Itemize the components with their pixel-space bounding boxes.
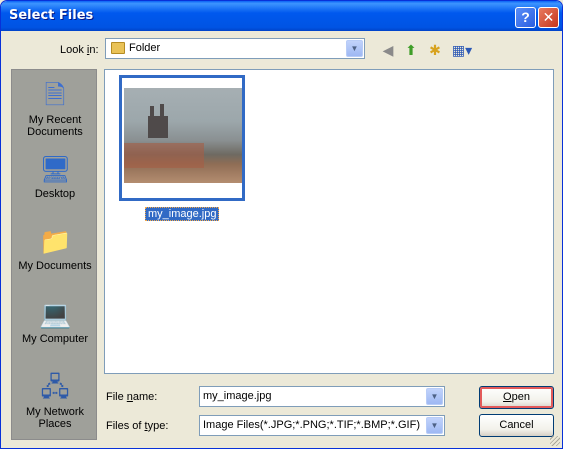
open-button[interactable]: Open [479,386,554,409]
look-in-value: Folder [129,42,161,54]
new-folder-icon[interactable]: ✱ [425,40,445,60]
window-title: Select Files [9,8,94,23]
file-type-label: Files of type: [106,420,169,432]
place-desktop[interactable]: 🖥 Desktop [12,154,98,200]
chevron-down-icon[interactable]: ▼ [426,417,443,434]
place-label: My Computer [21,333,89,345]
place-recent[interactable]: 🗎 My Recent Documents [12,80,98,138]
image-thumbnail [124,88,242,183]
my-network-icon: 🖧 [40,372,70,402]
file-type-combo[interactable]: Image Files(*.JPG;*.PNG;*.TIF;*.BMP;*.GI… [199,415,445,436]
places-bar: 🗎 My Recent Documents 🖥 Desktop 📁 My Doc… [11,69,97,440]
file-type-value: Image Files(*.JPG;*.PNG;*.TIF;*.BMP;*.GI… [203,419,420,431]
file-item-name[interactable]: my_image.jpg [145,207,220,221]
resize-grip-icon[interactable] [550,436,560,446]
rooftops [124,143,204,168]
close-button[interactable]: ✕ [538,7,559,28]
place-label: Documents [27,126,83,138]
place-label: My Documents [18,260,92,272]
title-bar[interactable]: Select Files ? ✕ [1,1,562,31]
file-thumbnail[interactable] [119,75,245,201]
place-my-computer[interactable]: 💻 My Computer [12,299,98,345]
cancel-button[interactable]: Cancel [479,414,554,437]
recent-documents-icon: 🗎 [44,80,66,110]
my-computer-icon: 💻 [39,299,72,329]
file-list[interactable]: my_image.jpg [104,69,554,374]
up-folder-icon[interactable]: ⬆ [401,40,421,60]
select-files-dialog: Select Files ? ✕ Look in: Folder ▼ ◀ ⬆ ✱… [0,0,563,449]
place-my-network[interactable]: 🖧 My Network Places [12,372,98,430]
chevron-down-icon[interactable]: ▼ [346,40,363,57]
look-in-combo[interactable]: Folder ▼ [105,38,365,59]
file-name-combo[interactable]: my_image.jpg ▼ [199,386,445,407]
folder-icon [111,42,125,54]
place-my-documents[interactable]: 📁 My Documents [12,226,98,272]
look-in-label: Look in: [60,44,99,56]
place-label: Desktop [34,188,76,200]
views-menu-icon[interactable]: ▦▾ [449,40,475,60]
my-documents-icon: 📁 [39,226,72,256]
help-button[interactable]: ? [515,7,536,28]
file-name-input[interactable]: my_image.jpg [203,390,271,402]
place-label: Places [38,418,72,430]
desktop-icon: 🖥 [39,154,73,184]
place-label: My Network [25,406,85,418]
castle-silhouette [148,116,168,138]
chevron-down-icon[interactable]: ▼ [426,388,443,405]
file-name-label: File name: [106,391,158,403]
back-icon[interactable]: ◀ [378,40,398,60]
place-label: My Recent [28,114,82,126]
